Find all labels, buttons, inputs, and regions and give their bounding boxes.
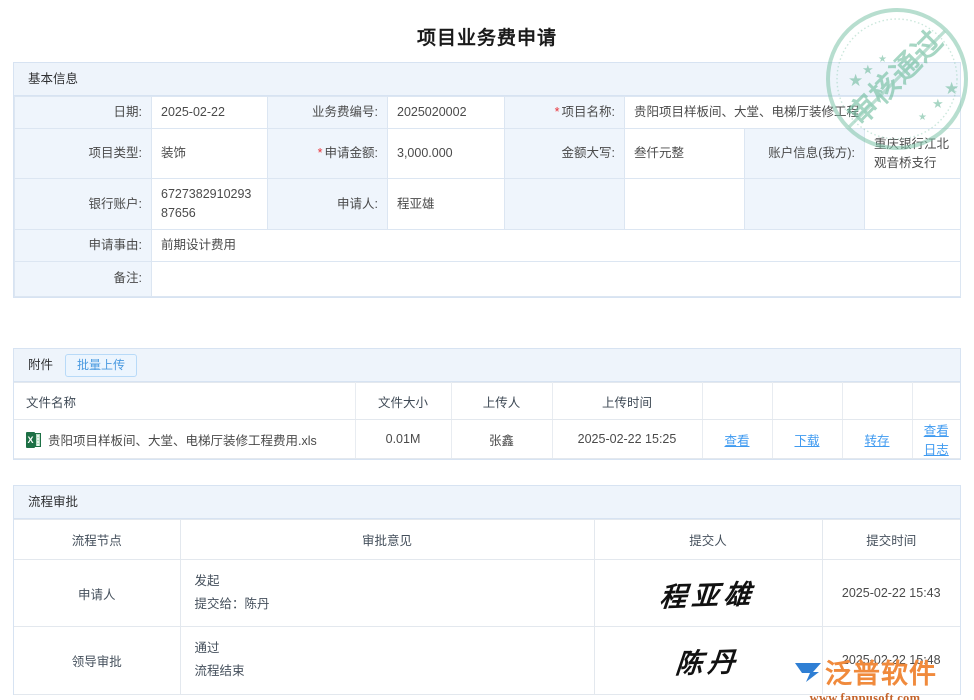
submit-time-cell: 2025-02-22 15:43 bbox=[822, 560, 960, 627]
col-upload-time: 上传时间 bbox=[552, 383, 702, 420]
page-title: 项目业务费申请 bbox=[0, 0, 974, 50]
col-flow-node: 流程节点 bbox=[14, 520, 180, 560]
apply-amount-label-text: 申请金额: bbox=[325, 146, 378, 160]
col-submit-time: 提交时间 bbox=[822, 520, 960, 560]
bank-account-value[interactable]: 672738291029387656 bbox=[152, 179, 268, 230]
required-asterisk: * bbox=[555, 105, 560, 119]
table-row: 申请人 发起 提交给：陈丹 程亚雄 2025-02-22 15:43 bbox=[14, 560, 960, 627]
col-file-name: 文件名称 bbox=[14, 383, 355, 420]
view-action-cell: 查看 bbox=[702, 420, 772, 459]
table-row: 领导审批 通过 流程结束 陈丹 2025-02-22 15:48 bbox=[14, 627, 960, 694]
download-action-cell: 下载 bbox=[772, 420, 842, 459]
submit-time-text: 2025-02-22 15:43 bbox=[842, 586, 941, 600]
file-size-cell: 0.01M bbox=[355, 420, 451, 459]
opinion-cell: 发起 提交给：陈丹 bbox=[180, 560, 594, 627]
opinion-line-1: 通过 bbox=[195, 637, 586, 660]
basic-info-table: 日期: 2025-02-22 业务费编号: 2025020002 *项目名称: … bbox=[14, 96, 961, 297]
uploader-cell: 张鑫 bbox=[451, 420, 552, 459]
col-file-size: 文件大小 bbox=[355, 383, 451, 420]
approval-header: 流程审批 bbox=[14, 486, 960, 519]
col-action-2 bbox=[772, 383, 842, 420]
apply-amount-label: *申请金额: bbox=[268, 128, 388, 179]
signature-image: 程亚雄 bbox=[658, 572, 758, 614]
applicant-value[interactable]: 程亚雄 bbox=[388, 179, 505, 230]
attachment-panel: 附件 批量上传 文件名称 文件大小 上传人 上传时间 bbox=[13, 348, 961, 460]
opinion-line-2: 流程结束 bbox=[195, 660, 586, 683]
basic-info-title: 基本信息 bbox=[28, 63, 78, 96]
col-action-3 bbox=[842, 383, 912, 420]
biz-no-value[interactable]: 2025020002 bbox=[388, 97, 505, 129]
flow-node-cell: 领导审批 bbox=[14, 627, 180, 694]
empty-cell-1 bbox=[505, 179, 625, 230]
col-action-1 bbox=[702, 383, 772, 420]
transfer-link[interactable]: 转存 bbox=[864, 434, 889, 448]
date-label: 日期: bbox=[15, 97, 152, 129]
table-row: 日期: 2025-02-22 业务费编号: 2025020002 *项目名称: … bbox=[15, 97, 961, 129]
reason-label: 申请事由: bbox=[15, 229, 152, 261]
project-type-value[interactable]: 装饰 bbox=[152, 128, 268, 179]
table-row: 申请事由: 前期设计费用 bbox=[15, 229, 961, 261]
table-row: 银行账户: 672738291029387656 申请人: 程亚雄 bbox=[15, 179, 961, 230]
excel-icon: X bbox=[26, 432, 41, 448]
submit-time-cell: 2025-02-22 15:48 bbox=[822, 627, 960, 694]
col-uploader: 上传人 bbox=[451, 383, 552, 420]
submit-time-text: 2025-02-22 15:48 bbox=[842, 653, 941, 667]
log-action-cell: 查看日志 bbox=[912, 420, 960, 459]
account-info-value[interactable]: 重庆银行江北观音桥支行 bbox=[865, 128, 961, 179]
empty-cell-2 bbox=[625, 179, 745, 230]
table-row: 备注: bbox=[15, 261, 961, 296]
required-asterisk: * bbox=[318, 146, 323, 160]
file-name-text[interactable]: 贵阳项目样板间、大堂、电梯厅装修工程费用.xls bbox=[48, 434, 317, 448]
opinion-line-2: 提交给：陈丹 bbox=[195, 593, 586, 616]
approval-panel: 流程审批 流程节点 审批意见 提交人 提交时间 申请人 发起 提交给 bbox=[13, 485, 961, 695]
project-type-label: 项目类型: bbox=[15, 128, 152, 179]
project-name-label-text: 项目名称: bbox=[562, 105, 615, 119]
empty-cell-4 bbox=[865, 179, 961, 230]
upload-time-cell: 2025-02-22 15:25 bbox=[552, 420, 702, 459]
approval-header-row: 流程节点 审批意见 提交人 提交时间 bbox=[14, 520, 960, 560]
opinion-line-1: 发起 bbox=[195, 570, 586, 593]
signature-image: 陈丹 bbox=[674, 640, 742, 681]
remark-value[interactable] bbox=[152, 261, 961, 296]
date-value[interactable]: 2025-02-22 bbox=[152, 97, 268, 129]
approval-title: 流程审批 bbox=[28, 486, 78, 519]
basic-info-header: 基本信息 bbox=[14, 63, 960, 96]
table-row: 项目类型: 装饰 *申请金额: 3,000.000 金额大写: 叁仟元整 账户信… bbox=[15, 128, 961, 179]
basic-info-panel: 基本信息 日期: 2025-02-22 业务费编号: 2025020002 *项… bbox=[13, 62, 961, 298]
apply-amount-value[interactable]: 3,000.000 bbox=[388, 128, 505, 179]
download-link[interactable]: 下载 bbox=[794, 434, 819, 448]
file-name-cell: X 贵阳项目样板间、大堂、电梯厅装修工程费用.xls bbox=[14, 420, 355, 459]
opinion-cell: 通过 流程结束 bbox=[180, 627, 594, 694]
table-row: X 贵阳项目样板间、大堂、电梯厅装修工程费用.xls 0.01M 张鑫 2025-… bbox=[14, 420, 960, 459]
col-submitter: 提交人 bbox=[594, 520, 822, 560]
submitter-cell: 程亚雄 bbox=[594, 560, 822, 627]
biz-no-label: 业务费编号: bbox=[268, 97, 388, 129]
flow-node-cell: 申请人 bbox=[14, 560, 180, 627]
amount-words-value[interactable]: 叁仟元整 bbox=[625, 128, 745, 179]
batch-upload-button[interactable]: 批量上传 bbox=[65, 354, 137, 377]
transfer-action-cell: 转存 bbox=[842, 420, 912, 459]
amount-words-label: 金额大写: bbox=[505, 128, 625, 179]
empty-cell-3 bbox=[745, 179, 865, 230]
reason-value[interactable]: 前期设计费用 bbox=[152, 229, 961, 261]
submitter-cell: 陈丹 bbox=[594, 627, 822, 694]
attachment-header: 附件 批量上传 bbox=[14, 349, 960, 382]
attachment-table: 文件名称 文件大小 上传人 上传时间 X 贵阳项目样板间、大堂、电梯厅装修工程费用… bbox=[14, 382, 960, 459]
approval-table: 流程节点 审批意见 提交人 提交时间 申请人 发起 提交给：陈丹 程亚雄 202… bbox=[14, 519, 960, 695]
applicant-label: 申请人: bbox=[268, 179, 388, 230]
project-name-label: *项目名称: bbox=[505, 97, 625, 129]
remark-label: 备注: bbox=[15, 261, 152, 296]
attachment-header-row: 文件名称 文件大小 上传人 上传时间 bbox=[14, 383, 960, 420]
view-link[interactable]: 查看 bbox=[724, 434, 749, 448]
view-log-link[interactable]: 查看日志 bbox=[924, 424, 949, 457]
project-name-value[interactable]: 贵阳项目样板间、大堂、电梯厅装修工程 bbox=[625, 97, 961, 129]
account-info-label: 账户信息(我方): bbox=[745, 128, 865, 179]
bank-account-label: 银行账户: bbox=[15, 179, 152, 230]
page-root: 项目业务费申请 基本信息 日期: 2025-02-22 业务费编号: 20250… bbox=[0, 0, 974, 700]
col-opinion: 审批意见 bbox=[180, 520, 594, 560]
col-action-4 bbox=[912, 383, 960, 420]
attachment-title: 附件 bbox=[28, 349, 53, 382]
